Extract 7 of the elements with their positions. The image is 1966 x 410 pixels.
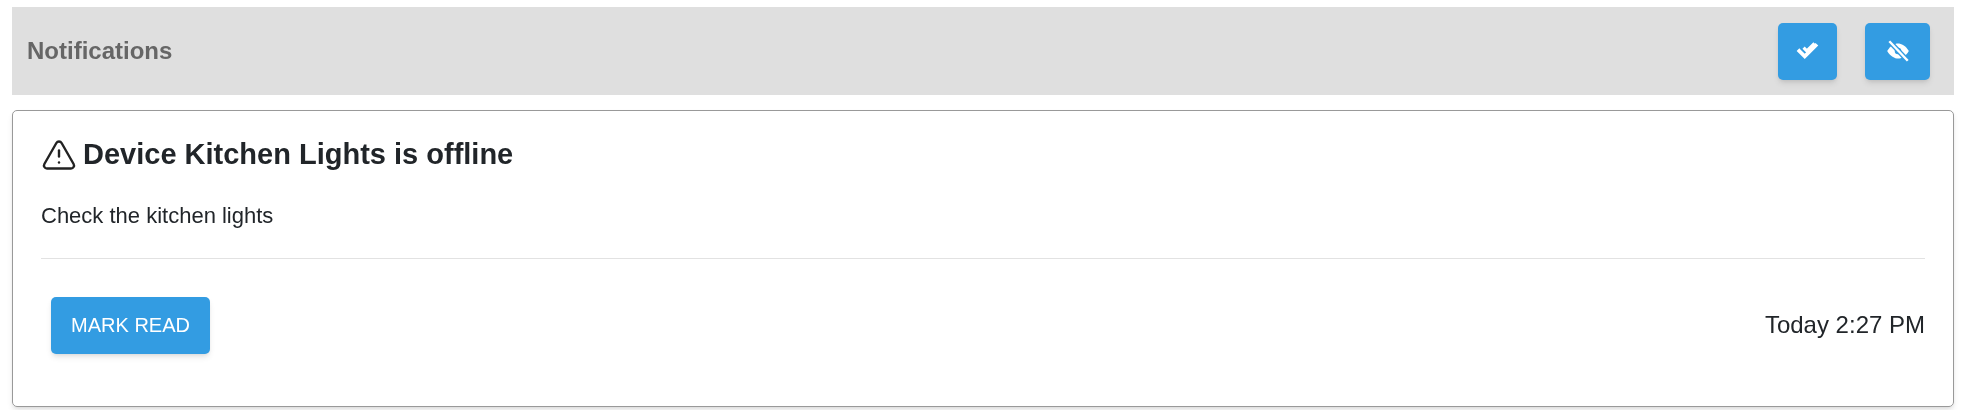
mark-all-read-button[interactable] [1778, 22, 1837, 80]
notification-title: Device Kitchen Lights is offline [83, 137, 514, 172]
notification-message: Check the kitchen lights [41, 201, 275, 230]
mark-read-button[interactable]: MARK READ [51, 296, 210, 354]
hide-button[interactable] [1865, 22, 1930, 80]
notification-time: Today 2:27 PM [1764, 310, 1925, 340]
header-title: Notifications [27, 36, 173, 66]
